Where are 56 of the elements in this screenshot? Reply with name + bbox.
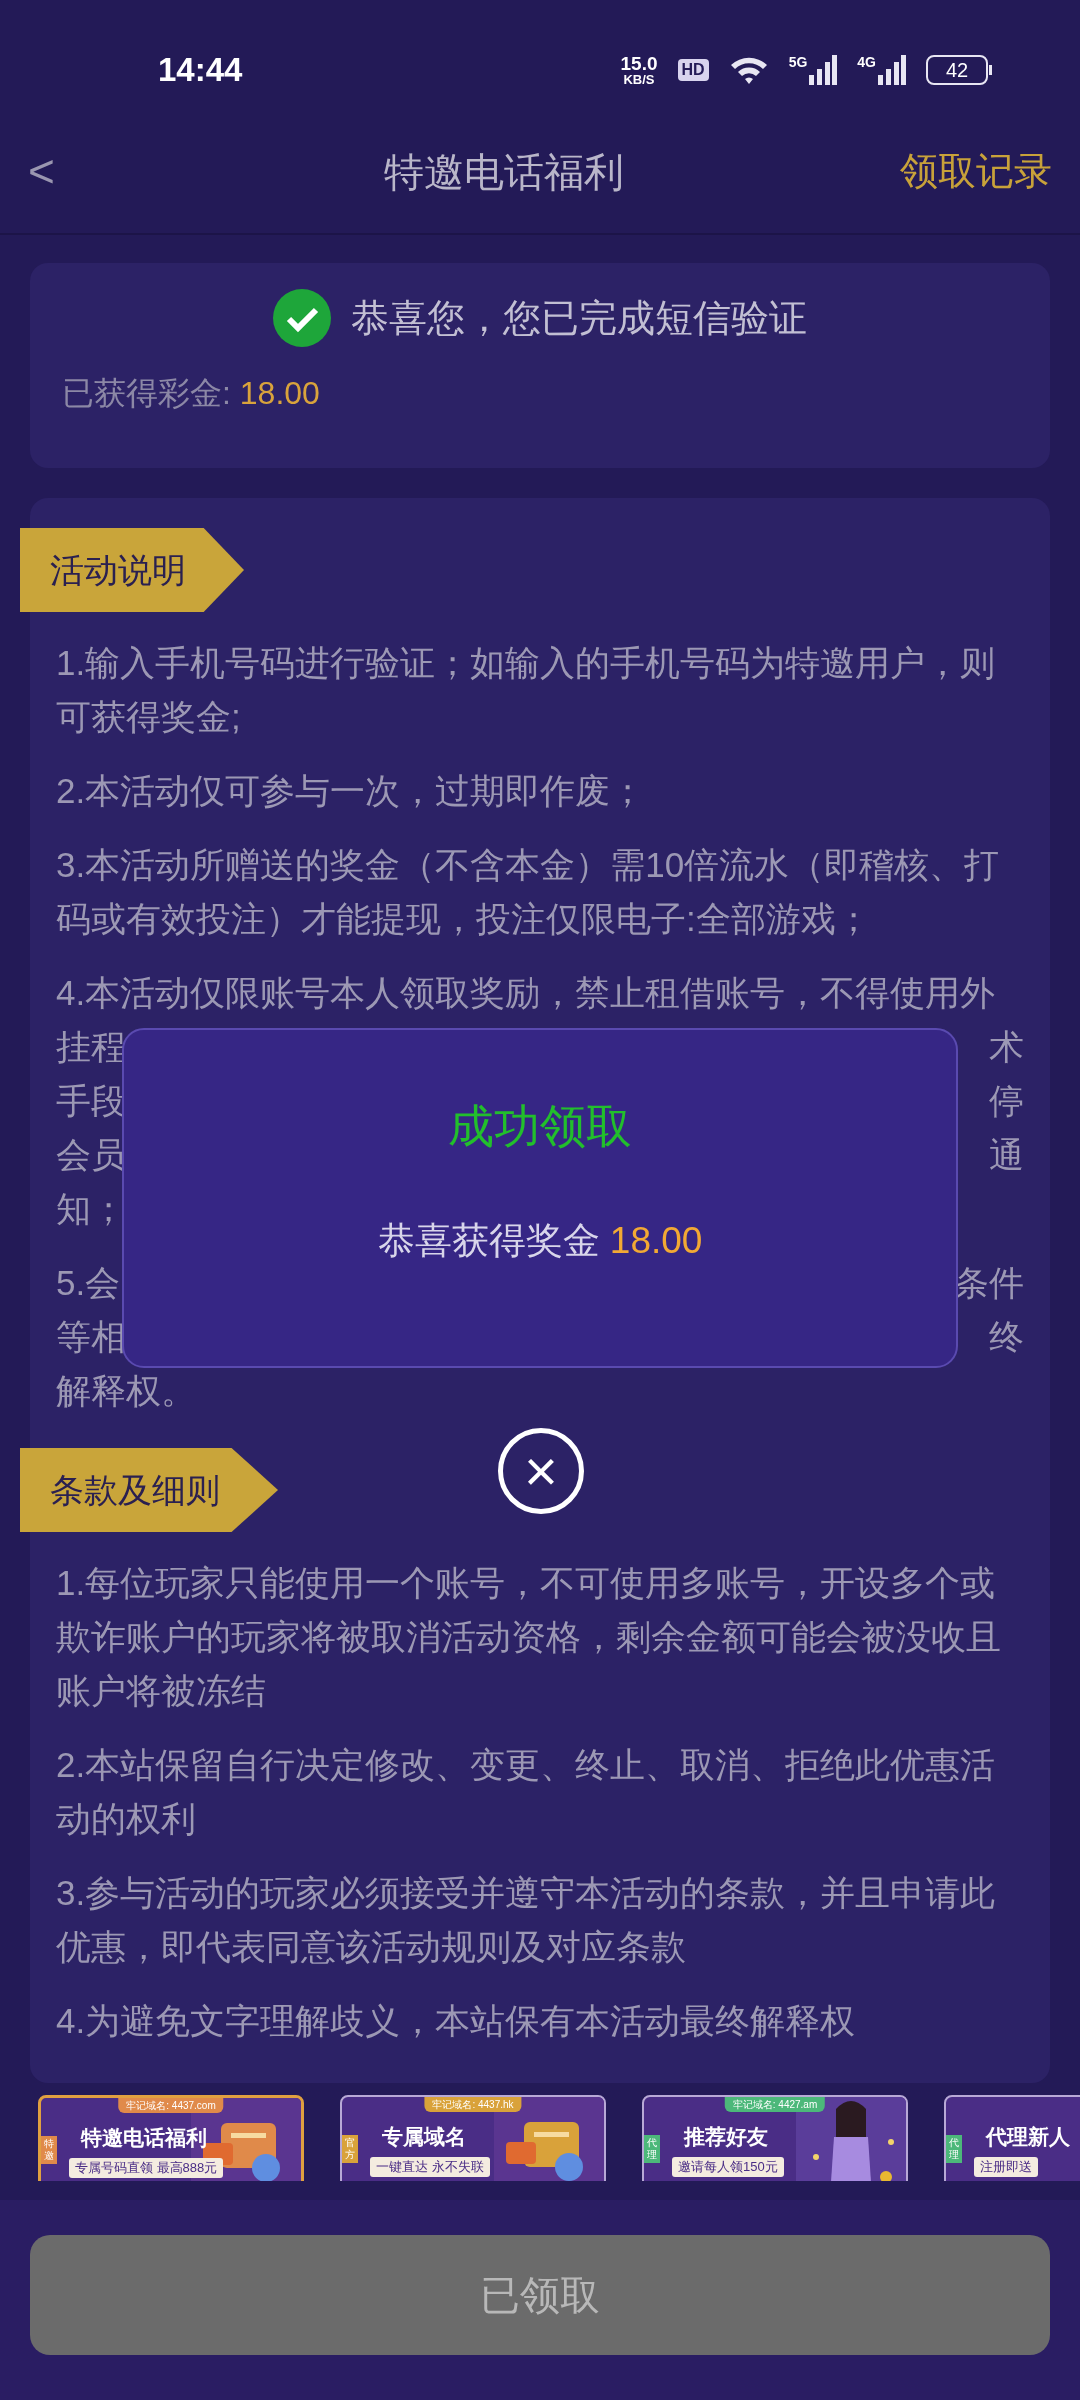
rule-text: 4.本活动仅限账号本人领取奖励，禁止租借账号，不得使用外 bbox=[56, 972, 996, 1014]
back-button[interactable]: < bbox=[28, 137, 108, 206]
rule-text: 4.为避免文字理解歧义，本站保有本活动最终解释权 bbox=[56, 2000, 857, 2042]
rule-text: 手段 bbox=[56, 1080, 126, 1122]
rule-text: 3.本活动所赠送的奖金（不含本金）需10倍流水（即稽核、打码或有效投注）才能提现，投注仅限电子:全部游戏； bbox=[56, 844, 1001, 940]
dialog-message: 恭喜获得奖金 18.00 bbox=[377, 1219, 703, 1263]
close-button[interactable]: × bbox=[498, 1428, 584, 1514]
rule-text: 术 bbox=[989, 1026, 1024, 1068]
banner-title: 代理新人 bbox=[986, 2124, 1070, 2150]
rule-text: 5.会 bbox=[56, 1262, 121, 1304]
banner-title: 专属域名 bbox=[382, 2124, 466, 2150]
rule-text: 挂程 bbox=[56, 1026, 126, 1068]
banner-tag: 代理 bbox=[946, 2135, 962, 2163]
banner-title: 推荐好友 bbox=[684, 2124, 768, 2150]
section-tag: 条款及细则 bbox=[20, 1448, 278, 1532]
rule-text: 会员 bbox=[56, 1134, 126, 1176]
rule-text: 条件 bbox=[954, 1262, 1024, 1304]
domain-label: 牢记域名: 4427.am bbox=[724, 2097, 826, 2112]
network-speed: 15.0 KB/S bbox=[620, 54, 658, 86]
rule-text: 1.输入手机号码进行验证；如输入的手机号码为特邀用户，则可获得奖金; bbox=[56, 642, 997, 738]
banner-tag: 特邀 bbox=[41, 2136, 57, 2164]
signal-icon bbox=[878, 55, 906, 85]
rule-text: 3.参与活动的玩家必须接受并遵守本活动的条款，并且申请此优惠，即代表同意该活动规则及对应条款 bbox=[56, 1872, 997, 1968]
rule-text: 1.每位玩家只能使用一个账号，不可使用多账号，开设多个或欺诈账户的玩家将被取消活动资格，剩余金额可能会被没收且账户将被冻结 bbox=[56, 1562, 1002, 1712]
check-icon bbox=[273, 289, 331, 347]
network-type: 5G bbox=[788, 55, 808, 69]
clock-time: 14:44 bbox=[158, 50, 243, 91]
promo-banner[interactable]: 代理 代理新人 注册即送 bbox=[944, 2095, 1080, 2181]
dialog-title: 成功领取 bbox=[448, 1099, 632, 1154]
banner-subtitle: 邀请每人领150元 bbox=[672, 2157, 784, 2177]
rule-text: 通 bbox=[989, 1134, 1024, 1176]
verify-message: 恭喜您，您已完成短信验证 bbox=[351, 295, 807, 341]
promo-banner[interactable]: 牢记域名: 4427.am 代理 推荐好友 邀请每人领150元 bbox=[642, 2095, 908, 2181]
network-type: 4G bbox=[857, 55, 876, 69]
page-title: 特邀电话福利 bbox=[384, 148, 624, 196]
promo-banner[interactable]: 牢记域名: 4437.com 特邀 特邀电话福利 专属号码直领 最高888元 bbox=[38, 2095, 304, 2181]
signal-icon bbox=[809, 55, 838, 85]
banner-subtitle: 注册即送 bbox=[974, 2157, 1038, 2177]
promo-banner[interactable]: 牢记域名: 4437.hk 官方 专属域名 一键直达 永不失联 bbox=[340, 2095, 606, 2181]
records-link[interactable]: 领取记录 bbox=[900, 143, 1052, 200]
rule-text: 解释权。 bbox=[56, 1370, 196, 1412]
bonus-text: 已获得彩金: 18.00 bbox=[62, 374, 321, 413]
banner-title: 特邀电话福利 bbox=[81, 2125, 207, 2151]
banner-subtitle: 一键直达 永不失联 bbox=[370, 2157, 490, 2177]
banner-subtitle: 专属号码直领 最高888元 bbox=[69, 2158, 224, 2178]
rule-text: 终 bbox=[989, 1316, 1024, 1358]
rule-text: 停 bbox=[989, 1080, 1024, 1122]
banner-tag: 官方 bbox=[342, 2135, 358, 2163]
domain-label: 牢记域名: 4437.com bbox=[118, 2098, 224, 2113]
rule-text: 2.本活动仅可参与一次，过期即作废； bbox=[56, 770, 647, 812]
rule-text: 2.本站保留自行决定修改、变更、终止、取消、拒绝此优惠活动的权利 bbox=[56, 1744, 997, 1840]
domain-label: 牢记域名: 4437.hk bbox=[424, 2097, 522, 2112]
hd-badge: HD bbox=[677, 59, 709, 81]
rule-text: 知； bbox=[56, 1188, 126, 1230]
banner-tag: 代理 bbox=[644, 2135, 660, 2163]
section-tag: 活动说明 bbox=[20, 528, 244, 612]
